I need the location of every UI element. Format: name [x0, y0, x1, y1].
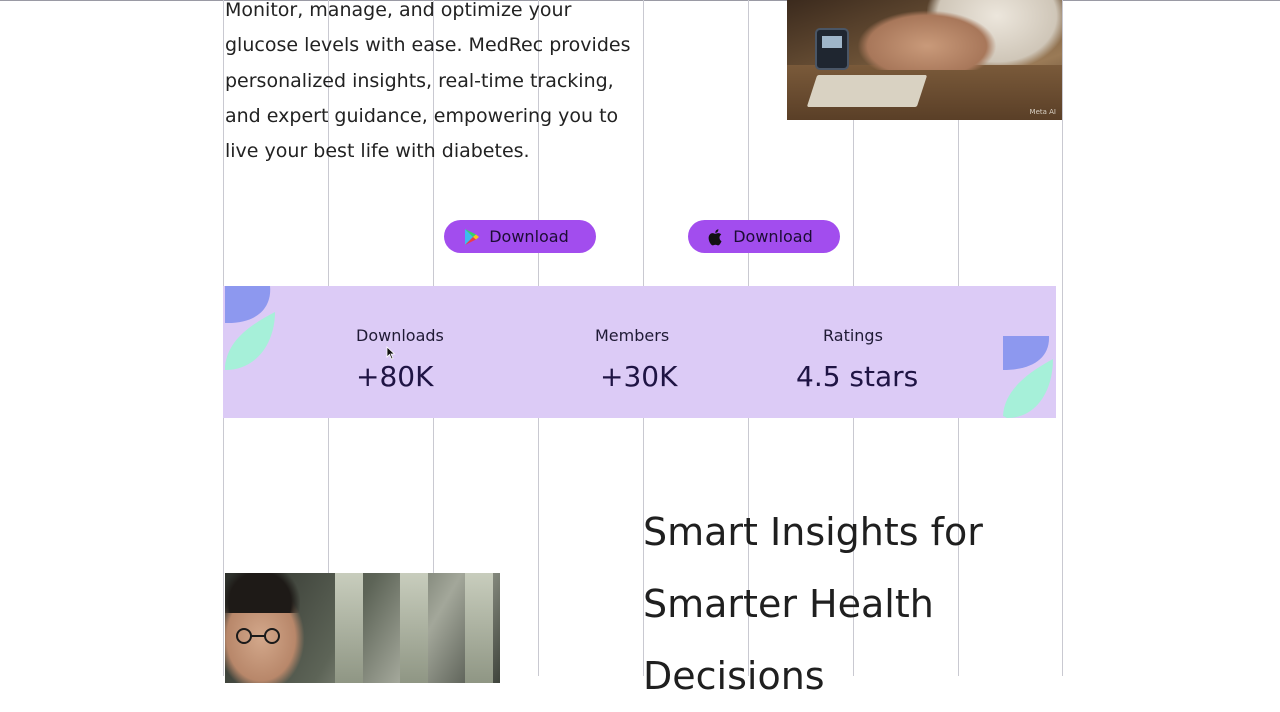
decorative-blob-right [1003, 336, 1053, 418]
stat-value-ratings: 4.5 stars [796, 360, 919, 393]
app-store-download-button[interactable]: Download [688, 220, 840, 253]
stat-value-members: +30K [600, 360, 678, 393]
section-title: Smart Insights for Smarter Health Decisi… [643, 496, 1023, 712]
hero-image-glucose-meter: Meta AI [787, 0, 1062, 120]
image-watermark: Meta AI [1029, 108, 1056, 116]
stats-banner: Downloads +80K Members +30K Ratings 4.5 … [223, 286, 1056, 418]
stat-value-downloads: +80K [356, 360, 434, 393]
decorative-blob-left [225, 286, 275, 370]
stat-label-downloads: Downloads [356, 326, 444, 345]
section-title-line: Smarter Health [643, 582, 934, 626]
stat-label-members: Members [595, 326, 670, 345]
mouse-cursor-icon [386, 346, 396, 360]
google-play-icon [463, 228, 481, 246]
insights-image-person [225, 573, 500, 683]
app-store-download-label: Download [733, 227, 813, 246]
glasses-icon [236, 628, 280, 644]
glucose-meter-icon [815, 28, 849, 70]
apple-icon [707, 228, 725, 246]
google-play-download-button[interactable]: Download [444, 220, 596, 253]
section-title-line: Smart Insights for [643, 510, 983, 554]
stat-label-ratings: Ratings [823, 326, 883, 345]
grid-line [1062, 0, 1063, 676]
hero-description: Monitor, manage, and optimize your gluco… [225, 0, 631, 163]
google-play-download-label: Download [489, 227, 569, 246]
section-title-line: Decisions [643, 654, 825, 698]
